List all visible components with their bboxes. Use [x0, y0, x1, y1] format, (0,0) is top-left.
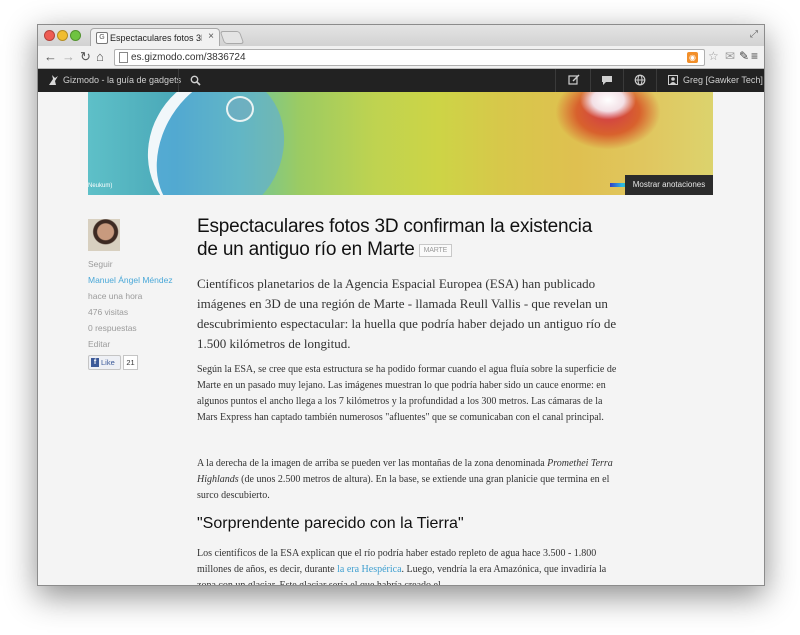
- tag-badge[interactable]: MARTE: [418, 244, 453, 257]
- author-name[interactable]: Manuel Ángel Méndez: [88, 275, 173, 286]
- tab-close-icon[interactable]: ×: [208, 31, 214, 43]
- comments-icon[interactable]: [601, 74, 613, 86]
- view-count: 476 visitas: [88, 307, 129, 317]
- separator: [590, 69, 591, 92]
- separator: [623, 69, 624, 92]
- star-icon[interactable]: ☆: [708, 49, 719, 64]
- fullscreen-icon[interactable]: ⤢: [750, 29, 758, 40]
- user-name[interactable]: Greg [Gawker Tech]: [683, 75, 763, 86]
- separator: [178, 69, 179, 92]
- user-icon[interactable]: [668, 75, 678, 85]
- hero-crater: [226, 96, 254, 122]
- facebook-like-button[interactable]: f Like: [88, 355, 121, 370]
- zoom-window-button[interactable]: [70, 30, 81, 41]
- hero-image: Neukum): [88, 92, 713, 195]
- browser-window: G Espectaculares fotos 3D con × ⤢ ← → ↻ …: [37, 24, 765, 586]
- article-subheading: "Sorprendente parecido con la Tierra": [197, 515, 464, 532]
- close-window-button[interactable]: [44, 30, 55, 41]
- tab-title: Espectaculares fotos 3D con: [110, 33, 202, 43]
- forward-arrow-icon[interactable]: →: [62, 49, 75, 64]
- mail-icon[interactable]: ✉: [725, 49, 735, 64]
- page-icon: [119, 52, 128, 63]
- hero-credit: Neukum): [88, 183, 113, 189]
- article-headline: Espectaculares fotos 3D confirman la exi…: [197, 215, 617, 261]
- follow-link[interactable]: Seguir: [88, 259, 113, 270]
- headline-text: Espectaculares fotos 3D confirman la exi…: [197, 216, 593, 260]
- gizmodo-favicon-icon: G: [96, 32, 108, 44]
- browser-tab[interactable]: G Espectaculares fotos 3D con ×: [90, 28, 220, 47]
- rss-icon[interactable]: ◉: [687, 52, 698, 63]
- reply-count[interactable]: 0 respuestas: [88, 323, 137, 334]
- article-paragraph-2: A la derecha de la imagen de arriba se p…: [197, 456, 617, 504]
- new-tab-button[interactable]: [219, 31, 245, 44]
- globe-icon[interactable]: [634, 74, 646, 86]
- separator: [656, 69, 657, 92]
- like-label: Like: [101, 358, 115, 367]
- back-arrow-icon[interactable]: ←: [44, 49, 57, 64]
- paragraph-2-text-a: A la derecha de la imagen de arriba se p…: [197, 458, 548, 469]
- article-lead: Científicos planetarios de la Agencia Es…: [197, 276, 617, 351]
- hesperian-era-link[interactable]: la era Hespérica: [337, 564, 401, 575]
- minimize-window-button[interactable]: [57, 30, 68, 41]
- paragraph-2-text-b: (de unos 2.500 metros de altura). En la …: [197, 474, 610, 501]
- show-annotations-button[interactable]: Mostrar anotaciones: [625, 175, 713, 195]
- browser-toolbar: ← → ↻ ⌂ es.gizmodo.com/3836724 ◉ ☆ ✉ ✎ ≡: [38, 46, 764, 69]
- search-icon[interactable]: [190, 75, 201, 86]
- site-title[interactable]: Gizmodo - la guía de gadgets: [63, 75, 181, 86]
- url-text: es.gizmodo.com/3836724: [131, 52, 246, 63]
- article-paragraph-3: Los científicos de la ESA explican que e…: [197, 546, 617, 585]
- address-bar[interactable]: es.gizmodo.com/3836724 ◉: [114, 49, 705, 66]
- compose-icon[interactable]: [568, 74, 580, 86]
- edit-link[interactable]: Editar: [88, 339, 110, 350]
- avatar[interactable]: [88, 219, 120, 251]
- gizmodo-logo-icon[interactable]: [47, 74, 59, 86]
- article-paragraph-1: Según la ESA, se cree que esta estructur…: [197, 364, 617, 423]
- like-count: 21: [123, 355, 138, 370]
- site-navbar: Gizmodo - la guía de gadgets Greg [Gawke…: [38, 69, 764, 92]
- home-icon[interactable]: ⌂: [96, 49, 104, 64]
- menu-icon[interactable]: ≡: [751, 49, 758, 64]
- reload-icon[interactable]: ↻: [80, 49, 91, 64]
- post-time: hace una hora: [88, 291, 143, 301]
- hero-river-channel: [122, 92, 310, 195]
- tab-strip: G Espectaculares fotos 3D con × ⤢: [38, 25, 764, 47]
- separator: [555, 69, 556, 92]
- facebook-icon: f: [91, 358, 99, 367]
- wrench-icon[interactable]: ✎: [739, 49, 749, 64]
